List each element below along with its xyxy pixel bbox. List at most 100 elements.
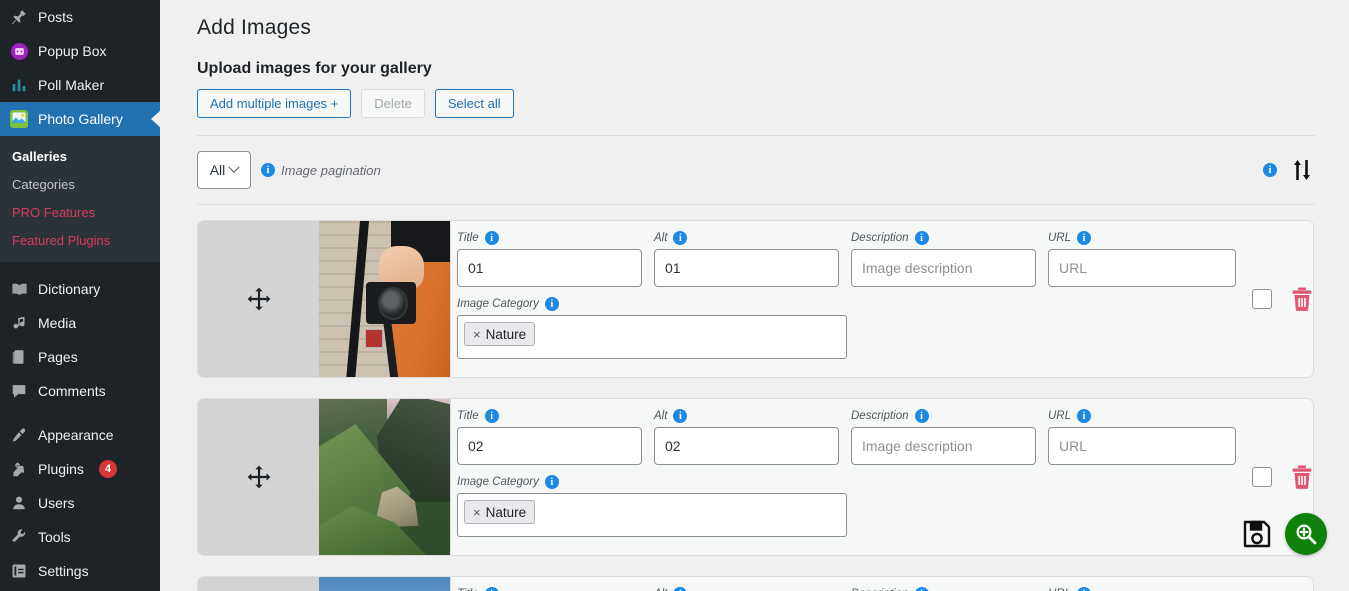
sidebar-item-posts[interactable]: Posts — [0, 0, 160, 34]
sidebar-item-galleries[interactable]: Galleries — [0, 142, 160, 170]
image-category-info-icon[interactable]: i — [544, 297, 559, 312]
sidebar-item-featured-plugins[interactable]: Featured Plugins — [0, 226, 160, 254]
row-select-checkbox[interactable] — [1252, 467, 1272, 488]
sidebar-item-poll-maker[interactable]: Poll Maker — [0, 68, 160, 102]
pagination-select-value: All — [209, 162, 226, 179]
photo-gallery-submenu: Galleries Categories PRO Features Featur… — [0, 136, 160, 262]
alt-info-icon[interactable]: i — [673, 231, 688, 246]
row-thumbnail[interactable] — [319, 577, 451, 591]
image-category-label: Image Category — [457, 298, 539, 311]
sidebar-item-categories[interactable]: Categories — [0, 170, 160, 198]
sidebar-item-appearance[interactable]: Appearance — [0, 418, 160, 452]
title-field-group: Title i 02 — [457, 409, 642, 466]
delete-row-button[interactable] — [1290, 286, 1314, 312]
image-category-input[interactable]: × Nature — [457, 493, 847, 538]
description-info-icon[interactable]: i — [914, 587, 929, 591]
add-multiple-images-button[interactable]: Add multiple images + — [197, 89, 352, 119]
green-mountain-photo — [319, 399, 450, 556]
sidebar-item-label: Pages — [38, 349, 78, 365]
sort-info-icon[interactable]: i — [1263, 163, 1277, 178]
row-select-checkbox[interactable] — [1252, 289, 1272, 310]
sort-updown-icon[interactable] — [1291, 157, 1313, 183]
description-field-group: Description i Image description — [851, 409, 1036, 466]
description-input[interactable]: Image description — [851, 249, 1036, 288]
row-thumbnail[interactable] — [319, 221, 451, 378]
url-input[interactable]: URL — [1048, 249, 1236, 288]
description-info-icon[interactable]: i — [914, 409, 929, 424]
drag-handle[interactable] — [198, 399, 319, 556]
description-info-icon[interactable]: i — [914, 231, 929, 246]
alt-input[interactable]: 02 — [654, 427, 839, 466]
drag-handle[interactable] — [198, 577, 319, 591]
remove-tag-icon[interactable]: × — [473, 505, 481, 520]
sidebar-item-label: Appearance — [38, 427, 114, 443]
category-tag[interactable]: × Nature — [464, 322, 536, 347]
sidebar-item-label: Plugins — [38, 461, 84, 477]
url-info-icon[interactable]: i — [1077, 231, 1092, 246]
filter-left-group: All i Image pagination — [197, 151, 381, 190]
title-info-icon[interactable]: i — [484, 587, 499, 591]
zoom-in-button[interactable] — [1285, 513, 1327, 555]
filter-right-group: i — [1263, 157, 1315, 183]
sidebar-item-tools[interactable]: Tools — [0, 520, 160, 554]
title-label: Title — [457, 410, 479, 423]
submenu-item-label: Featured Plugins — [12, 232, 111, 248]
image-category-info-icon[interactable]: i — [544, 475, 559, 490]
title-label-wrap: Title i — [457, 409, 642, 424]
title-info-icon[interactable]: i — [484, 409, 499, 424]
row-actions — [1236, 577, 1336, 591]
blue-sky-photo — [319, 577, 450, 591]
title-input[interactable]: 02 — [457, 427, 642, 466]
url-info-icon[interactable]: i — [1077, 409, 1092, 424]
sidebar-item-label: Settings — [38, 563, 89, 579]
zoom-in-icon — [1296, 524, 1317, 545]
alt-label: Alt — [654, 232, 668, 245]
sidebar-item-settings[interactable]: Settings — [0, 554, 160, 588]
url-info-icon[interactable]: i — [1077, 587, 1092, 591]
table-row: Title i 03 Alt i 03 — [197, 576, 1314, 591]
select-all-button[interactable]: Select all — [434, 89, 514, 119]
person-holding-camera-photo — [319, 221, 450, 378]
save-button[interactable] — [1241, 518, 1273, 550]
category-tag[interactable]: × Nature — [464, 500, 536, 525]
sidebar-item-plugins[interactable]: Plugins 4 — [0, 452, 160, 486]
row-fields-line-1: Title i 02 Alt i 02 Description i Image … — [457, 409, 1236, 466]
settings-icon — [9, 561, 29, 581]
pagination-select[interactable]: All — [197, 151, 251, 190]
sidebar-item-label: Dictionary — [38, 281, 101, 297]
description-label-wrap: Description i — [851, 587, 1036, 591]
row-thumbnail[interactable] — [319, 399, 451, 556]
title-info-icon[interactable]: i — [484, 231, 499, 246]
delete-row-button[interactable] — [1290, 464, 1314, 490]
sidebar-item-popup-box[interactable]: Popup Box — [0, 34, 160, 68]
users-icon — [9, 493, 29, 513]
upload-toolbar: Add multiple images + Delete Select all — [197, 89, 1349, 119]
submenu-item-label: Galleries — [12, 148, 67, 164]
sidebar-item-media[interactable]: Media — [0, 306, 160, 340]
sidebar-item-users[interactable]: Users — [0, 486, 160, 520]
title-input[interactable]: 01 — [457, 249, 642, 288]
alt-info-icon[interactable]: i — [673, 409, 688, 424]
remove-tag-icon[interactable]: × — [473, 327, 481, 342]
appearance-icon — [9, 425, 29, 445]
category-tag-label: Nature — [485, 504, 527, 520]
alt-input[interactable]: 01 — [654, 249, 839, 288]
url-label-wrap: URL i — [1048, 231, 1236, 246]
row-actions — [1236, 221, 1336, 377]
alt-info-icon[interactable]: i — [673, 587, 688, 591]
title-label: Title — [457, 232, 479, 245]
sidebar-item-photo-gallery[interactable]: Photo Gallery — [0, 102, 160, 136]
delete-button[interactable]: Delete — [361, 89, 425, 119]
current-menu-arrow-icon — [151, 110, 160, 128]
pagination-note: i Image pagination — [261, 163, 381, 178]
sidebar-item-dictionary[interactable]: Dictionary — [0, 272, 160, 306]
drag-handle[interactable] — [198, 221, 319, 378]
sidebar-item-comments[interactable]: Comments — [0, 374, 160, 408]
url-input[interactable]: URL — [1048, 427, 1236, 466]
image-category-input[interactable]: × Nature — [457, 315, 847, 360]
sidebar-item-pages[interactable]: Pages — [0, 340, 160, 374]
description-input[interactable]: Image description — [851, 427, 1036, 466]
popup-box-icon — [9, 41, 29, 61]
info-icon[interactable]: i — [261, 163, 275, 178]
sidebar-item-pro-features[interactable]: PRO Features — [0, 198, 160, 226]
